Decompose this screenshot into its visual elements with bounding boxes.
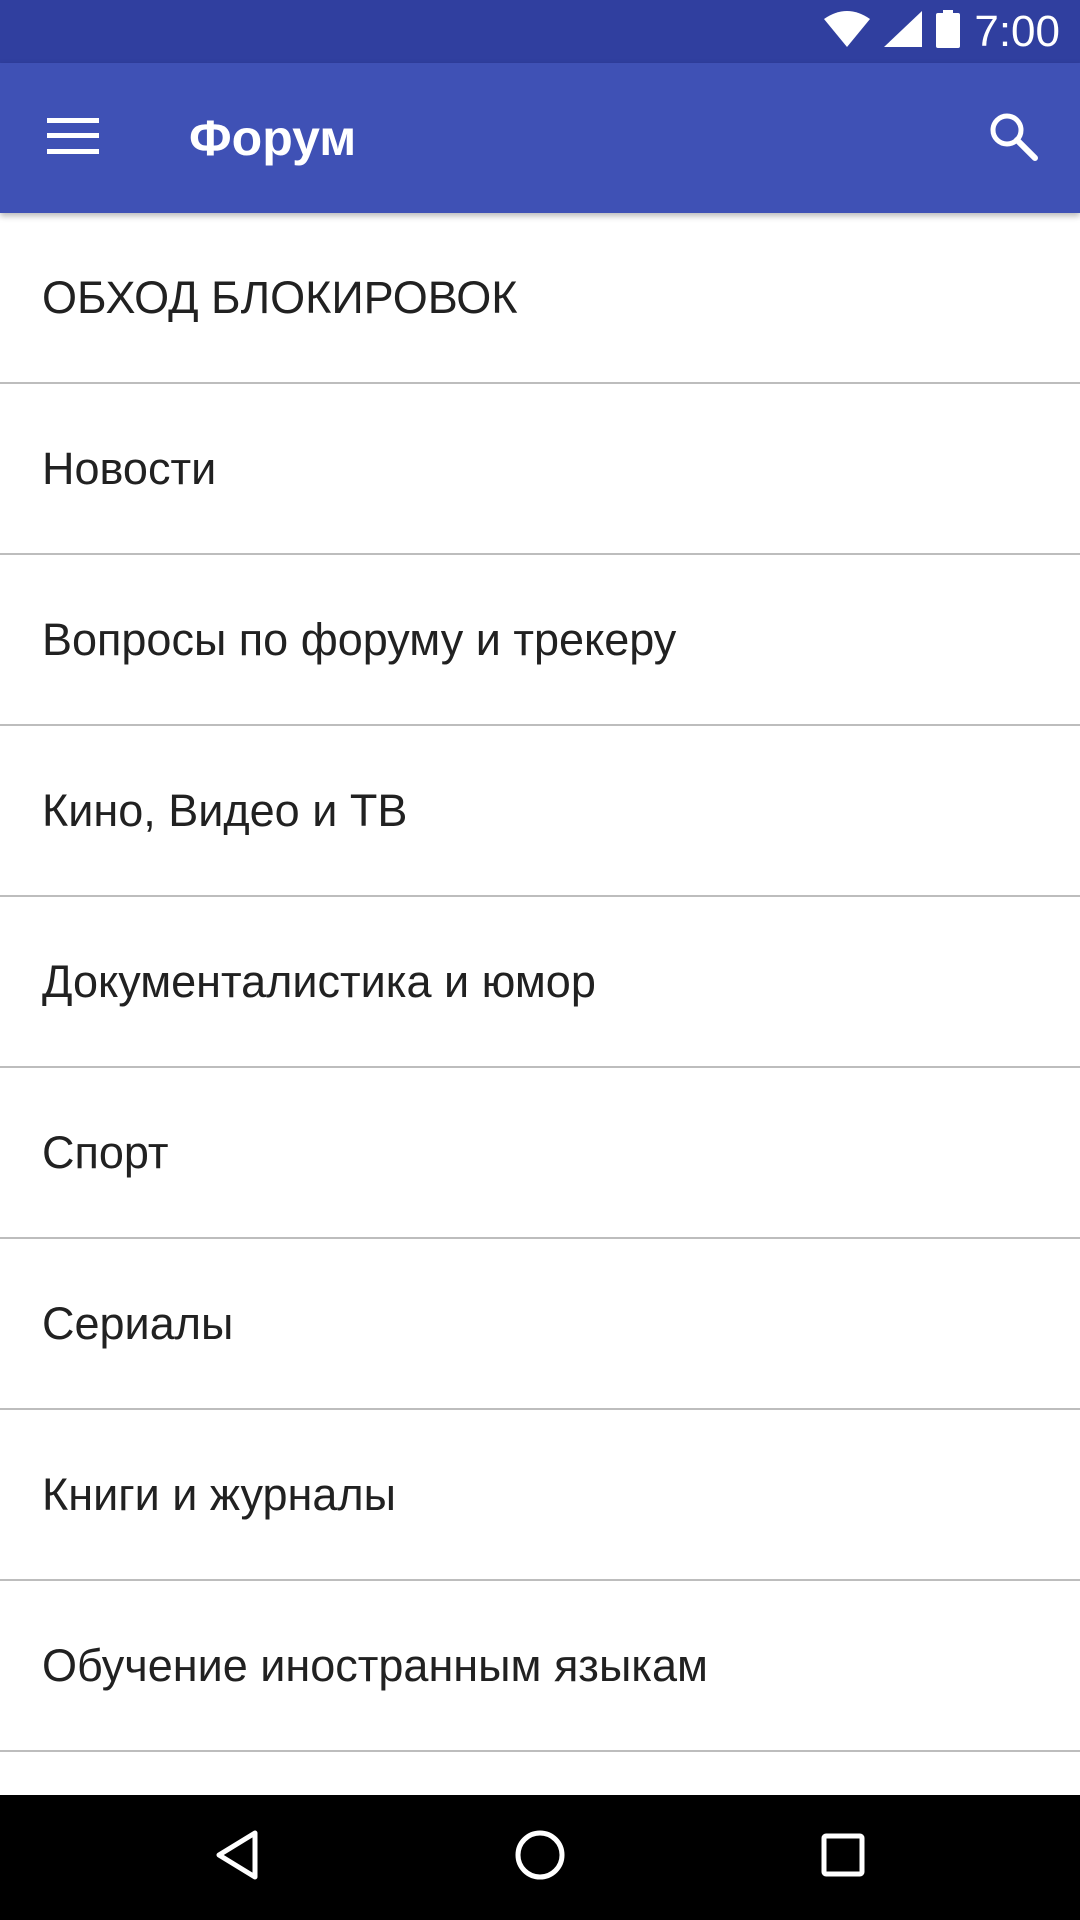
home-button[interactable] — [470, 1795, 610, 1920]
list-item-label: Книги и журналы — [42, 1468, 397, 1520]
list-item-label: Новости — [42, 442, 217, 494]
list-item[interactable]: Новости — [0, 384, 1080, 555]
status-bar: 7:00 — [0, 0, 1080, 63]
home-icon — [515, 1830, 565, 1885]
list-item[interactable]: ОБХОД БЛОКИРОВОК — [0, 213, 1080, 384]
recents-icon — [821, 1833, 865, 1882]
list-item-label: Документалистика и юмор — [42, 955, 596, 1007]
search-button[interactable] — [960, 85, 1066, 191]
status-icons: 7:00 — [824, 0, 1060, 63]
battery-icon — [936, 10, 961, 53]
list-item[interactable]: Спорт — [0, 1068, 1080, 1239]
list-item[interactable]: Документалистика и юмор — [0, 897, 1080, 1068]
menu-button[interactable] — [20, 85, 126, 191]
list-item[interactable]: Книги и журналы — [0, 1410, 1080, 1581]
back-icon — [215, 1830, 259, 1885]
list-item-label: Сериалы — [42, 1297, 234, 1349]
list-item[interactable]: Обучение иностранным языкам — [0, 1581, 1080, 1752]
menu-icon — [47, 117, 99, 159]
list-item-label: Кино, Видео и ТВ — [42, 784, 408, 836]
list-item[interactable]: Кино, Видео и ТВ — [0, 726, 1080, 897]
screen: 7:00 Форум ОБХОД БЛОКИРОВОК Новости Вопр… — [0, 0, 1080, 1920]
list-item[interactable]: Сериалы — [0, 1239, 1080, 1410]
search-icon — [988, 111, 1038, 166]
list-item-label: Спорт — [42, 1126, 169, 1178]
app-bar: Форум — [0, 63, 1080, 213]
list-item[interactable]: Вопросы по форуму и трекеру — [0, 555, 1080, 726]
status-time: 7:00 — [974, 7, 1060, 56]
forum-list: ОБХОД БЛОКИРОВОК Новости Вопросы по фору… — [0, 213, 1080, 1795]
list-item-label: Вопросы по форуму и трекеру — [42, 613, 677, 665]
back-button[interactable] — [167, 1795, 307, 1920]
page-title: Форум — [189, 110, 357, 166]
recents-button[interactable] — [773, 1795, 913, 1920]
list-item-label: Обучение иностранным языкам — [42, 1639, 708, 1691]
navigation-bar — [0, 1795, 1080, 1920]
cell-signal-icon — [884, 11, 923, 52]
wifi-icon — [824, 11, 871, 52]
list-item-label: ОБХОД БЛОКИРОВОК — [42, 271, 518, 323]
list-item[interactable] — [0, 1752, 1080, 1795]
